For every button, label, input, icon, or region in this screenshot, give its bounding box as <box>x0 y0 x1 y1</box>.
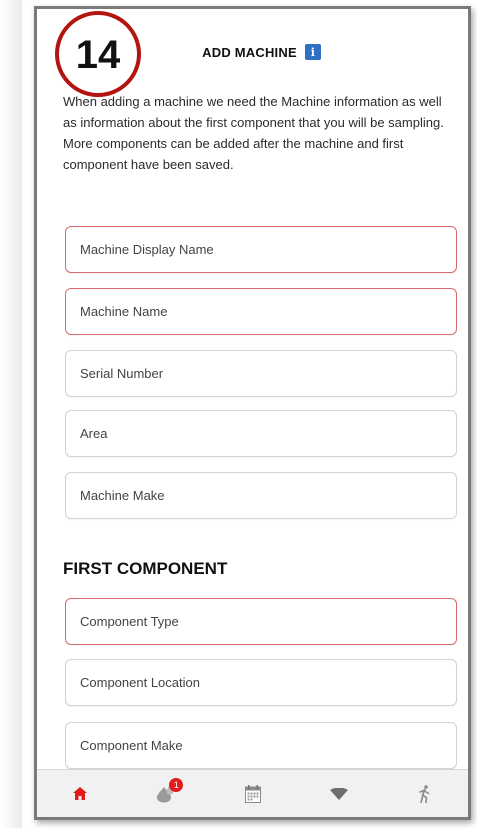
nav-wifi[interactable] <box>296 770 382 817</box>
home-icon <box>73 787 88 800</box>
nav-calendar[interactable] <box>209 770 295 817</box>
serial-number-field[interactable]: Serial Number <box>65 350 457 397</box>
machine-name-field[interactable]: Machine Name <box>65 288 457 335</box>
walk-icon <box>419 784 430 803</box>
intro-text: When adding a machine we need the Machin… <box>63 94 444 172</box>
calendar-icon <box>244 784 261 803</box>
nav-activity[interactable] <box>382 770 468 817</box>
step-number: 14 <box>75 32 121 77</box>
page-title: ADD MACHINE <box>202 44 297 60</box>
notification-badge: 1 <box>169 778 184 792</box>
bottom-nav: 1 <box>37 769 468 817</box>
page-edge <box>0 0 22 828</box>
machine-make-field[interactable]: Machine Make <box>65 472 457 519</box>
step-number-badge: 14 <box>55 11 141 97</box>
area-field[interactable]: Area <box>65 410 457 457</box>
machine-display-name-field[interactable]: Machine Display Name <box>65 226 457 273</box>
component-type-field[interactable]: Component Type <box>65 598 457 645</box>
first-component-heading: FIRST COMPONENT <box>63 559 228 578</box>
nav-home[interactable] <box>37 770 123 817</box>
nav-samples[interactable]: 1 <box>123 770 209 817</box>
component-make-field[interactable]: Component Make <box>65 722 457 769</box>
component-location-field[interactable]: Component Location <box>65 659 457 706</box>
phone-frame: ADD MACHINE i When adding a machine we n… <box>34 6 471 820</box>
wifi-icon <box>329 787 348 800</box>
info-icon[interactable]: i <box>304 44 321 60</box>
